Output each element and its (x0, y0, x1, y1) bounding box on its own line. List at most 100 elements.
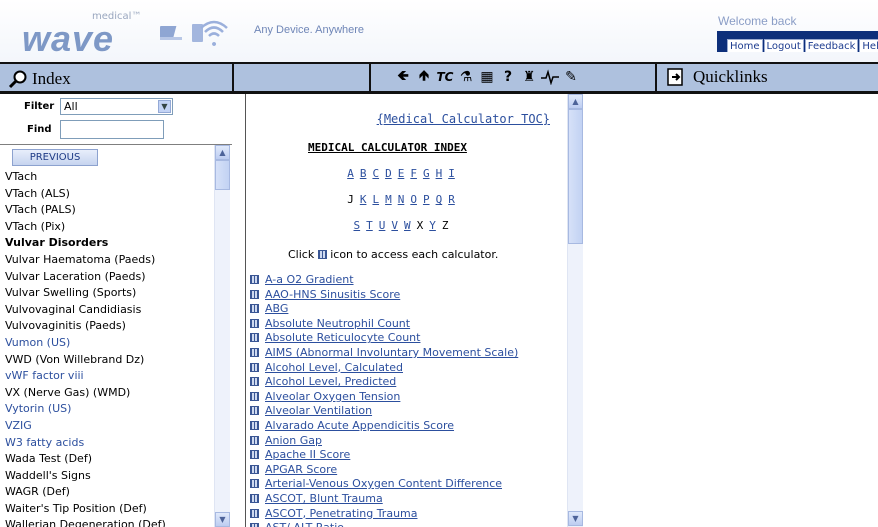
calculator-name[interactable]: AIMS (Abnormal Involuntary Movement Scal… (265, 346, 518, 359)
filter-select[interactable]: All ▼ (60, 98, 173, 115)
chess-piece-icon[interactable]: ♜ (520, 67, 538, 87)
list-item[interactable]: Vulvovaginitis (Paeds) (5, 318, 210, 335)
calculator-item[interactable]: Arterial-Venous Oxygen Content Differenc… (250, 477, 550, 492)
calculator-name[interactable]: APGAR Score (265, 463, 337, 476)
calculator-item[interactable]: Alveolar Oxygen Tension (250, 390, 550, 405)
scroll-up-icon[interactable]: ▲ (215, 145, 230, 160)
calculator-icon[interactable] (250, 420, 259, 430)
list-item[interactable]: Waddell's Signs (5, 468, 210, 485)
list-item[interactable]: Vumon (US) (5, 335, 210, 352)
list-item[interactable]: VTach (PALS) (5, 202, 210, 219)
pencil-icon[interactable]: ✎ (562, 67, 580, 87)
calculator-icon[interactable]: ▦ (478, 67, 496, 87)
calculator-name[interactable]: AST/ ALT Ratio (265, 521, 344, 527)
letter-l-link[interactable]: L (372, 193, 379, 206)
list-item[interactable]: VTach (5, 169, 210, 186)
calculator-icon[interactable] (250, 464, 259, 474)
letter-r-link[interactable]: R (448, 193, 455, 206)
calculator-item[interactable]: Absolute Reticulocyte Count (250, 331, 550, 346)
calculator-name[interactable]: Alcohol Level, Predicted (265, 375, 396, 388)
help-icon[interactable]: ? (499, 67, 517, 87)
list-item[interactable]: Wallerian Degeneration (Def) (5, 517, 210, 527)
list-item[interactable]: Vulvovaginal Candidiasis (5, 302, 210, 319)
calculator-item[interactable]: Anion Gap (250, 434, 550, 449)
calculator-name[interactable]: A-a O2 Gradient (265, 273, 354, 286)
calculator-icon[interactable] (250, 275, 259, 284)
calculator-icon[interactable] (250, 435, 259, 445)
letter-b-link[interactable]: B (360, 167, 367, 180)
scroll-up-icon[interactable]: ▲ (568, 94, 583, 109)
home-link[interactable]: Home (727, 39, 763, 52)
calculator-icon[interactable] (250, 523, 259, 527)
list-item[interactable]: VTach (Pix) (5, 219, 210, 236)
chevron-down-icon[interactable]: ▼ (158, 100, 171, 113)
index-scrollbar[interactable]: ▲ ▼ (214, 145, 230, 527)
letter-i-link[interactable]: I (448, 167, 455, 180)
scroll-thumb[interactable] (568, 109, 583, 244)
list-item[interactable]: Vulvar Haematoma (Paeds) (5, 252, 210, 269)
calculator-icon[interactable] (250, 377, 259, 387)
calculator-item[interactable]: Alcohol Level, Predicted (250, 375, 550, 390)
letter-f-link[interactable]: F (410, 167, 417, 180)
list-item[interactable]: Vulvar Disorders (5, 235, 210, 252)
back-arrow-icon[interactable]: 🡸 (394, 67, 412, 87)
tc-icon[interactable]: TC (436, 67, 454, 87)
calculator-icon[interactable] (250, 362, 259, 372)
list-item[interactable]: VZIG (5, 418, 210, 435)
calculator-name[interactable]: Apache II Score (265, 448, 350, 461)
calculator-item[interactable]: ASCOT, Penetrating Trauma (250, 507, 550, 522)
letter-s-link[interactable]: S (354, 219, 361, 232)
letter-k-link[interactable]: K (360, 193, 367, 206)
calculator-name[interactable]: Alveolar Ventilation (265, 404, 372, 417)
letter-d-link[interactable]: D (385, 167, 392, 180)
find-input[interactable] (60, 120, 164, 139)
flask-icon[interactable]: ⚗ (457, 67, 475, 87)
list-item[interactable]: WAGR (Def) (5, 484, 210, 501)
letter-c-link[interactable]: C (372, 167, 379, 180)
calculator-icon[interactable] (250, 406, 259, 416)
calculator-name[interactable]: ASCOT, Blunt Trauma (265, 492, 383, 505)
calculator-item[interactable]: AIMS (Abnormal Involuntary Movement Scal… (250, 346, 550, 361)
list-item[interactable]: VX (Nerve Gas) (WMD) (5, 385, 210, 402)
calculator-name[interactable]: Absolute Neutrophil Count (265, 317, 410, 330)
calculator-icon[interactable] (250, 391, 259, 401)
letter-q-link[interactable]: Q (436, 193, 443, 206)
calculator-item[interactable]: AAO-HNS Sinusitis Score (250, 288, 550, 303)
calculator-icon[interactable] (250, 493, 259, 503)
calculator-icon[interactable] (250, 347, 259, 357)
calculator-name[interactable]: Alveolar Oxygen Tension (265, 390, 400, 403)
calculator-name[interactable]: Alcohol Level, Calculated (265, 361, 403, 374)
calculator-item[interactable]: Apache II Score (250, 448, 550, 463)
scroll-thumb[interactable] (215, 160, 230, 190)
toc-link[interactable]: {Medical Calculator TOC} (377, 112, 550, 126)
calculator-item[interactable]: Alcohol Level, Calculated (250, 361, 550, 376)
calculator-item[interactable]: ABG (250, 302, 550, 317)
list-item[interactable]: Wada Test (Def) (5, 451, 210, 468)
scroll-down-icon[interactable]: ▼ (215, 512, 230, 527)
letter-g-link[interactable]: G (423, 167, 430, 180)
letter-o-link[interactable]: O (410, 193, 417, 206)
quicklinks-icon[interactable] (667, 68, 685, 86)
calculator-item[interactable]: APGAR Score (250, 463, 550, 478)
calculator-icon[interactable] (250, 333, 259, 343)
previous-button[interactable]: PREVIOUS (12, 149, 98, 166)
list-item[interactable]: Vytorin (US) (5, 401, 210, 418)
calculator-item[interactable]: A-a O2 Gradient (250, 273, 550, 288)
calculator-name[interactable]: Alvarado Acute Appendicitis Score (265, 419, 454, 432)
calculator-name[interactable]: Anion Gap (265, 434, 322, 447)
calculator-icon[interactable] (250, 304, 259, 314)
up-arrow-icon[interactable]: 🡹 (415, 67, 433, 87)
calculator-item[interactable]: AST/ ALT Ratio (250, 521, 550, 527)
calculator-name[interactable]: Absolute Reticulocyte Count (265, 331, 420, 344)
letter-n-link[interactable]: N (398, 193, 405, 206)
list-item[interactable]: vWF factor viii (5, 368, 210, 385)
list-item[interactable]: Waiter's Tip Position (Def) (5, 501, 210, 518)
list-item[interactable]: Vulvar Laceration (Paeds) (5, 269, 210, 286)
calculator-name[interactable]: ASCOT, Penetrating Trauma (265, 507, 418, 520)
letter-v-link[interactable]: V (391, 219, 398, 232)
calculator-item[interactable]: ASCOT, Blunt Trauma (250, 492, 550, 507)
scroll-down-icon[interactable]: ▼ (568, 511, 583, 526)
list-item[interactable]: Vulvar Swelling (Sports) (5, 285, 210, 302)
calculator-item[interactable]: Alveolar Ventilation (250, 404, 550, 419)
calculator-icon[interactable] (250, 318, 259, 328)
